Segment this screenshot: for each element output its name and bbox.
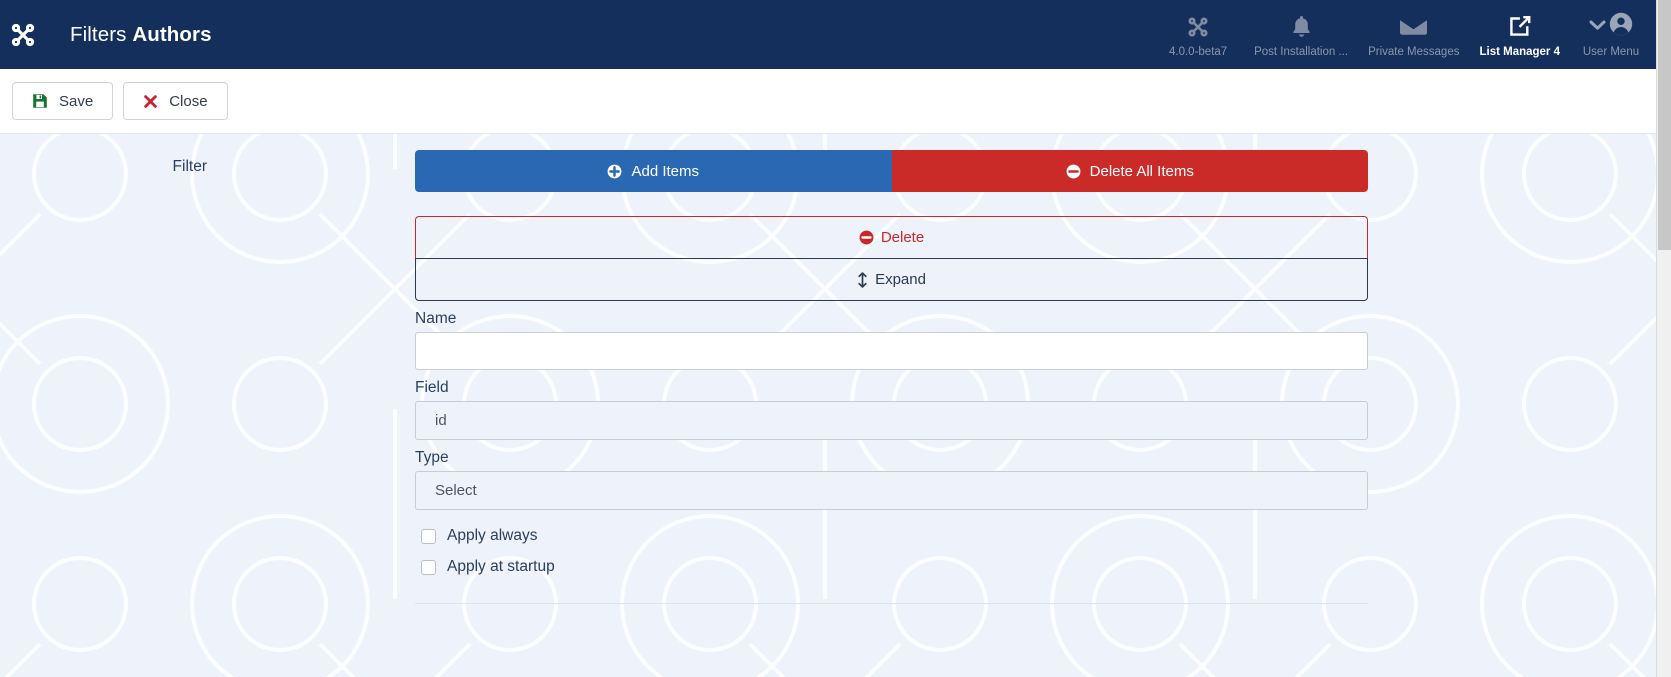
- apply-startup-row: Apply at startup: [415, 557, 1368, 577]
- arrows-vertical-icon: [857, 271, 868, 288]
- page-root: Filters Authors 4.0.0-beta7 Post Install…: [0, 0, 1656, 677]
- page-title: Filters Authors: [70, 23, 212, 47]
- joomla-logo-icon[interactable]: [8, 20, 38, 50]
- filter-field-col: Add Items Delete All Items Delete Expand…: [415, 150, 1656, 604]
- user-menu-icons: [1589, 12, 1633, 41]
- header-nav-post-installation-label: Post Installation ...: [1254, 46, 1349, 58]
- admin-header: Filters Authors 4.0.0-beta7 Post Install…: [0, 0, 1656, 69]
- apply-always-checkbox[interactable]: [421, 528, 436, 544]
- filter-group-label: Filter: [172, 158, 207, 175]
- apply-always-row: Apply always: [415, 526, 1368, 546]
- save-button-label: Save: [59, 92, 94, 110]
- close-button-label: Close: [169, 92, 208, 110]
- type-select-label: Type: [415, 449, 449, 466]
- envelope-icon: [1400, 12, 1428, 41]
- minus-circle-icon: [859, 230, 874, 245]
- item-divider: [415, 603, 1368, 604]
- plus-circle-icon: [607, 164, 622, 179]
- floppy-disk-icon: [32, 93, 48, 109]
- type-select[interactable]: Select: [415, 471, 1368, 510]
- expand-item-label: Expand: [875, 271, 926, 288]
- page-scrollbar[interactable]: [1656, 0, 1671, 677]
- page-title-prefix: Filters: [70, 22, 133, 46]
- item-action-group: Delete Expand: [415, 216, 1368, 301]
- field-select-label: Field: [415, 379, 449, 396]
- minus-circle-icon: [1066, 164, 1081, 179]
- external-link-icon: [1508, 12, 1532, 41]
- x-mark-icon: [143, 94, 158, 109]
- close-button[interactable]: Close: [123, 82, 228, 120]
- content-area: Filter Add Items Delete All Items Delete…: [0, 134, 1656, 677]
- header-nav-private-messages[interactable]: Private Messages: [1358, 10, 1469, 59]
- add-items-button[interactable]: Add Items: [415, 150, 892, 192]
- page-scrollbar-thumb[interactable]: [1658, 0, 1671, 250]
- bell-icon: [1291, 12, 1312, 41]
- header-nav-user-menu[interactable]: User Menu: [1570, 10, 1656, 59]
- chevron-down-icon: [1589, 18, 1606, 36]
- type-select-value: Select: [435, 482, 477, 499]
- apply-always-label[interactable]: Apply always: [447, 526, 537, 546]
- header-nav-private-messages-label: Private Messages: [1368, 46, 1460, 58]
- header-brand: Filters Authors: [0, 0, 212, 69]
- delete-all-items-button[interactable]: Delete All Items: [891, 150, 1368, 192]
- filter-form: Filter Add Items Delete All Items Delete…: [0, 134, 1656, 604]
- header-nav-list-manager[interactable]: List Manager 4: [1469, 10, 1570, 59]
- header-nav-list-manager-label: List Manager 4: [1479, 46, 1560, 58]
- delete-all-items-label: Delete All Items: [1089, 162, 1194, 180]
- expand-item-button[interactable]: Expand: [415, 258, 1368, 301]
- header-nav-version[interactable]: 4.0.0-beta7: [1152, 10, 1244, 59]
- apply-at-startup-checkbox[interactable]: [421, 559, 436, 575]
- header-nav-version-label: 4.0.0-beta7: [1169, 46, 1228, 58]
- save-button[interactable]: Save: [12, 82, 114, 120]
- apply-at-startup-label[interactable]: Apply at startup: [447, 557, 555, 577]
- filter-item: Delete Expand Name Field id Type Select …: [415, 216, 1368, 604]
- header-nav: 4.0.0-beta7 Post Installation ... Privat…: [1152, 0, 1656, 69]
- items-button-group: Add Items Delete All Items: [415, 150, 1368, 192]
- action-toolbar: Save Close: [0, 69, 1656, 134]
- field-select[interactable]: id: [415, 401, 1368, 440]
- name-input[interactable]: [415, 332, 1368, 370]
- page-title-bold: Authors: [132, 22, 212, 46]
- user-icon: [1609, 12, 1633, 41]
- browser-viewport: Filters Authors 4.0.0-beta7 Post Install…: [0, 0, 1671, 677]
- name-field-label: Name: [415, 310, 457, 327]
- delete-item-button[interactable]: Delete: [415, 216, 1368, 259]
- header-nav-post-installation[interactable]: Post Installation ...: [1244, 10, 1358, 59]
- delete-item-label: Delete: [880, 229, 925, 246]
- joomla-version-icon: [1186, 12, 1210, 41]
- filter-group-label-col: Filter: [0, 150, 415, 604]
- add-items-label: Add Items: [631, 162, 700, 180]
- field-select-value: id: [435, 412, 447, 429]
- header-nav-user-menu-label: User Menu: [1582, 46, 1640, 58]
